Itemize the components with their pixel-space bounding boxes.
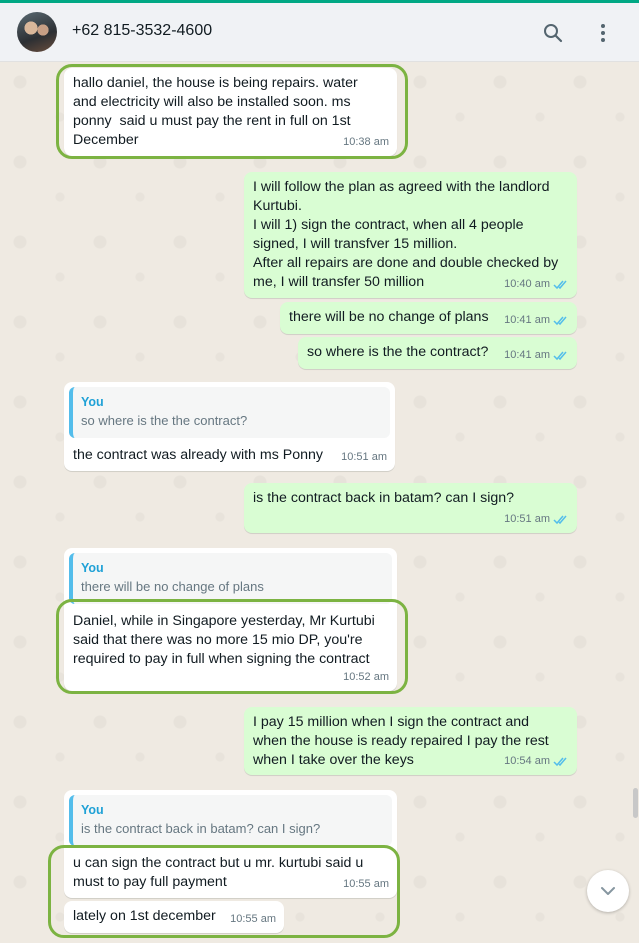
message-time: 10:55 am: [230, 913, 276, 925]
quote-author: You: [81, 395, 104, 409]
search-icon[interactable]: [541, 21, 565, 45]
message-meta: 10:40 am: [504, 275, 569, 294]
contact-name[interactable]: +62 815-3532-4600: [72, 22, 212, 40]
message-incoming[interactable]: You is the contract back in batam? can I…: [64, 790, 397, 898]
message-text: the contract was already with ms Ponny: [73, 447, 323, 463]
read-ticks-icon: [553, 757, 567, 767]
message-meta: 10:41 am: [504, 346, 569, 365]
message-list[interactable]: hallo daniel, the house is being repairs…: [0, 62, 639, 943]
message-outgoing[interactable]: there will be no change of plans 10:41 a…: [280, 302, 577, 334]
message-outgoing[interactable]: I pay 15 million when I sign the contrac…: [244, 707, 577, 775]
quote-author: You: [81, 803, 104, 817]
message-incoming[interactable]: You there will be no change of plans Dan…: [64, 548, 397, 691]
quoted-message[interactable]: You is the contract back in batam? can I…: [69, 795, 392, 846]
message-time: 10:51 am: [341, 451, 387, 463]
message-incoming[interactable]: You so where is the the contract? the co…: [64, 382, 395, 471]
message-time: 10:55 am: [343, 878, 389, 890]
quoted-message[interactable]: You there will be no change of plans: [69, 553, 392, 604]
message-meta: 10:51 am: [504, 510, 569, 529]
message-text: Daniel, while in Singapore yesterday, Mr…: [73, 613, 375, 667]
quote-text: is the contract back in batam? can I sig…: [81, 821, 321, 836]
message-meta: 10:51 am: [341, 448, 387, 467]
message-time: 10:51 am: [504, 513, 550, 525]
quote-text: there will be no change of plans: [81, 579, 264, 594]
read-ticks-icon: [553, 515, 567, 525]
message-incoming[interactable]: lately on 1st december 10:55 am: [64, 901, 284, 933]
menu-icon[interactable]: [591, 21, 615, 45]
message-time: 10:38 am: [343, 136, 389, 148]
quote-text: so where is the the contract?: [81, 413, 248, 428]
scrollbar-thumb[interactable]: [633, 788, 638, 818]
message-time: 10:54 am: [504, 755, 550, 767]
quoted-message[interactable]: You so where is the the contract?: [69, 387, 390, 438]
chat-header: +62 815-3532-4600: [0, 3, 639, 62]
read-ticks-icon: [553, 351, 567, 361]
message-text: hallo daniel, the house is being repairs…: [73, 75, 358, 148]
message-meta: 10:55 am: [230, 910, 276, 929]
message-text: u can sign the contract but u mr. kurtub…: [73, 855, 364, 890]
message-outgoing[interactable]: I will follow the plan as agreed with th…: [244, 172, 577, 298]
message-incoming[interactable]: hallo daniel, the house is being repairs…: [64, 68, 397, 156]
message-outgoing[interactable]: is the contract back in batam? can I sig…: [244, 483, 577, 533]
message-time: 10:52 am: [343, 671, 389, 683]
message-time: 10:41 am: [504, 349, 550, 361]
scroll-to-bottom-button[interactable]: [587, 870, 629, 912]
message-meta: 10:54 am: [504, 752, 569, 771]
message-time: 10:41 am: [504, 314, 550, 326]
message-meta: 10:38 am: [343, 133, 389, 152]
read-ticks-icon: [553, 280, 567, 290]
avatar[interactable]: [17, 12, 57, 52]
message-time: 10:40 am: [504, 278, 550, 290]
message-meta: 10:52 am: [343, 668, 389, 687]
chevron-down-icon: [601, 887, 615, 895]
read-ticks-icon: [553, 316, 567, 326]
message-outgoing[interactable]: so where is the the contract? 10:41 am: [298, 337, 577, 369]
message-text: is the contract back in batam? can I sig…: [253, 490, 515, 506]
quote-author: You: [81, 561, 104, 575]
message-meta: 10:41 am: [504, 311, 569, 330]
message-meta: 10:55 am: [343, 875, 389, 894]
